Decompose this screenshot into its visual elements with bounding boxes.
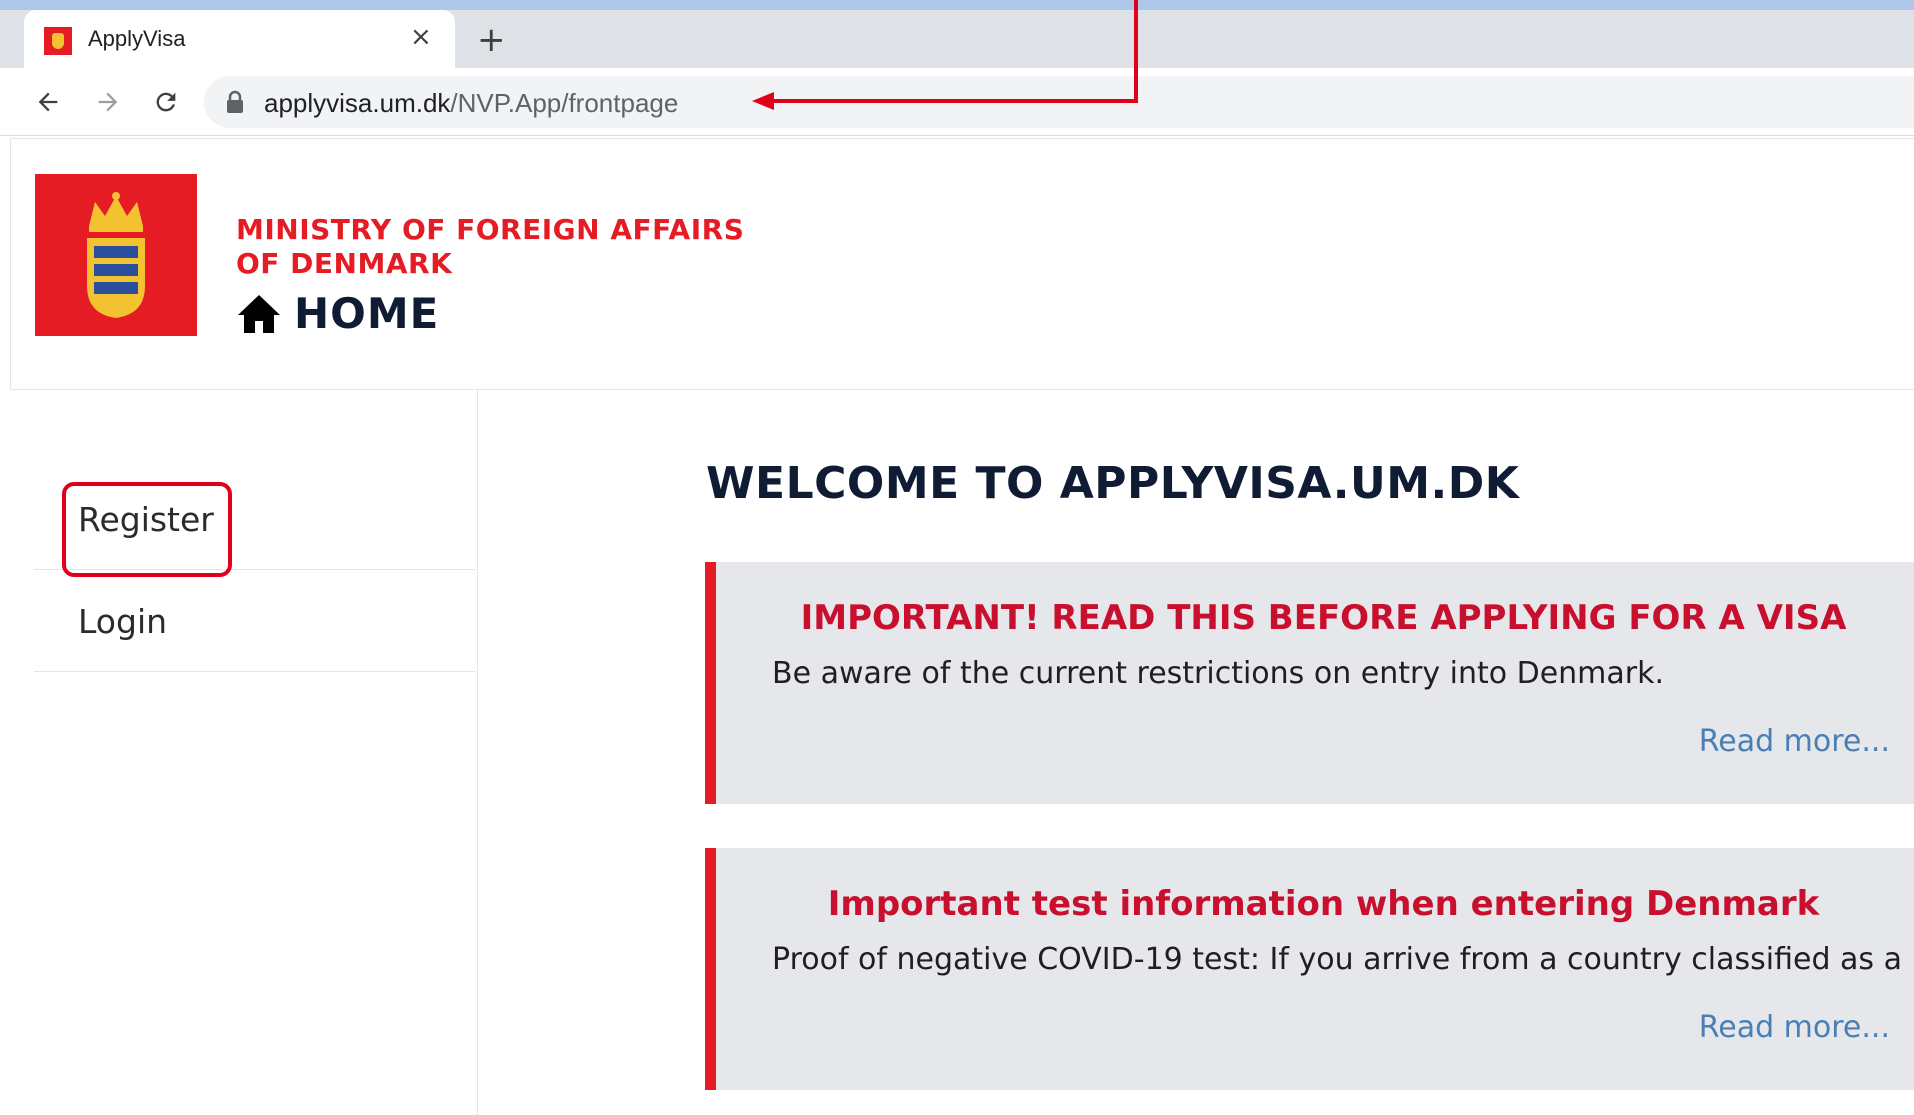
org-name-line2: OF DENMARK (236, 247, 453, 280)
url-text: applyvisa.um.dk/NVP.App/frontpage (264, 88, 678, 119)
tab-title: ApplyVisa (88, 26, 186, 51)
org-name-line1: MINISTRY OF FOREIGN AFFAIRS (236, 213, 745, 246)
reload-icon[interactable] (148, 84, 184, 120)
sidebar-item-login[interactable]: Login (34, 570, 475, 672)
page-title: WELCOME TO APPLYVISA.UM.DK (706, 458, 1520, 509)
home-link[interactable]: HOME (236, 289, 439, 338)
notice-card-title: IMPORTANT! READ THIS BEFORE APPLYING FOR… (800, 598, 1847, 638)
notice-card-title: Important test information when entering… (827, 884, 1820, 924)
lock-icon (227, 90, 243, 113)
sidebar: Register Login (0, 390, 478, 1115)
notice-card-body: Proof of negative COVID-19 test: If you … (772, 942, 1902, 977)
home-label: HOME (294, 289, 440, 338)
organization-name[interactable]: MINISTRY OF FOREIGN AFFAIRS OF DENMARK (236, 213, 756, 281)
annotation-arrow (752, 0, 1138, 110)
site-header: MINISTRY OF FOREIGN AFFAIRS OF DENMARK H… (10, 138, 1914, 390)
forward-arrow-icon[interactable] (90, 84, 126, 120)
favicon-icon (44, 27, 72, 55)
sidebar-item-label: Register (78, 500, 214, 539)
notice-card-body: Be aware of the current restrictions on … (772, 656, 1665, 691)
close-tab-icon[interactable]: × (410, 22, 432, 52)
home-icon (238, 294, 280, 333)
danish-coat-of-arms-logo[interactable] (35, 174, 197, 336)
sidebar-item-label: Login (78, 602, 168, 641)
sidebar-item-register[interactable]: Register (34, 468, 475, 570)
read-more-link[interactable]: Read more... (1699, 1010, 1890, 1045)
browser-tab[interactable]: ApplyVisa × (24, 10, 455, 68)
notice-card: IMPORTANT! READ THIS BEFORE APPLYING FOR… (705, 562, 1914, 804)
new-tab-button[interactable]: + (477, 20, 506, 60)
back-arrow-icon[interactable] (30, 84, 66, 120)
url-path: /NVP.App/frontpage (450, 88, 679, 118)
read-more-link[interactable]: Read more... (1699, 724, 1890, 759)
notice-card: Important test information when entering… (705, 848, 1914, 1090)
url-host: applyvisa.um.dk (264, 88, 451, 118)
